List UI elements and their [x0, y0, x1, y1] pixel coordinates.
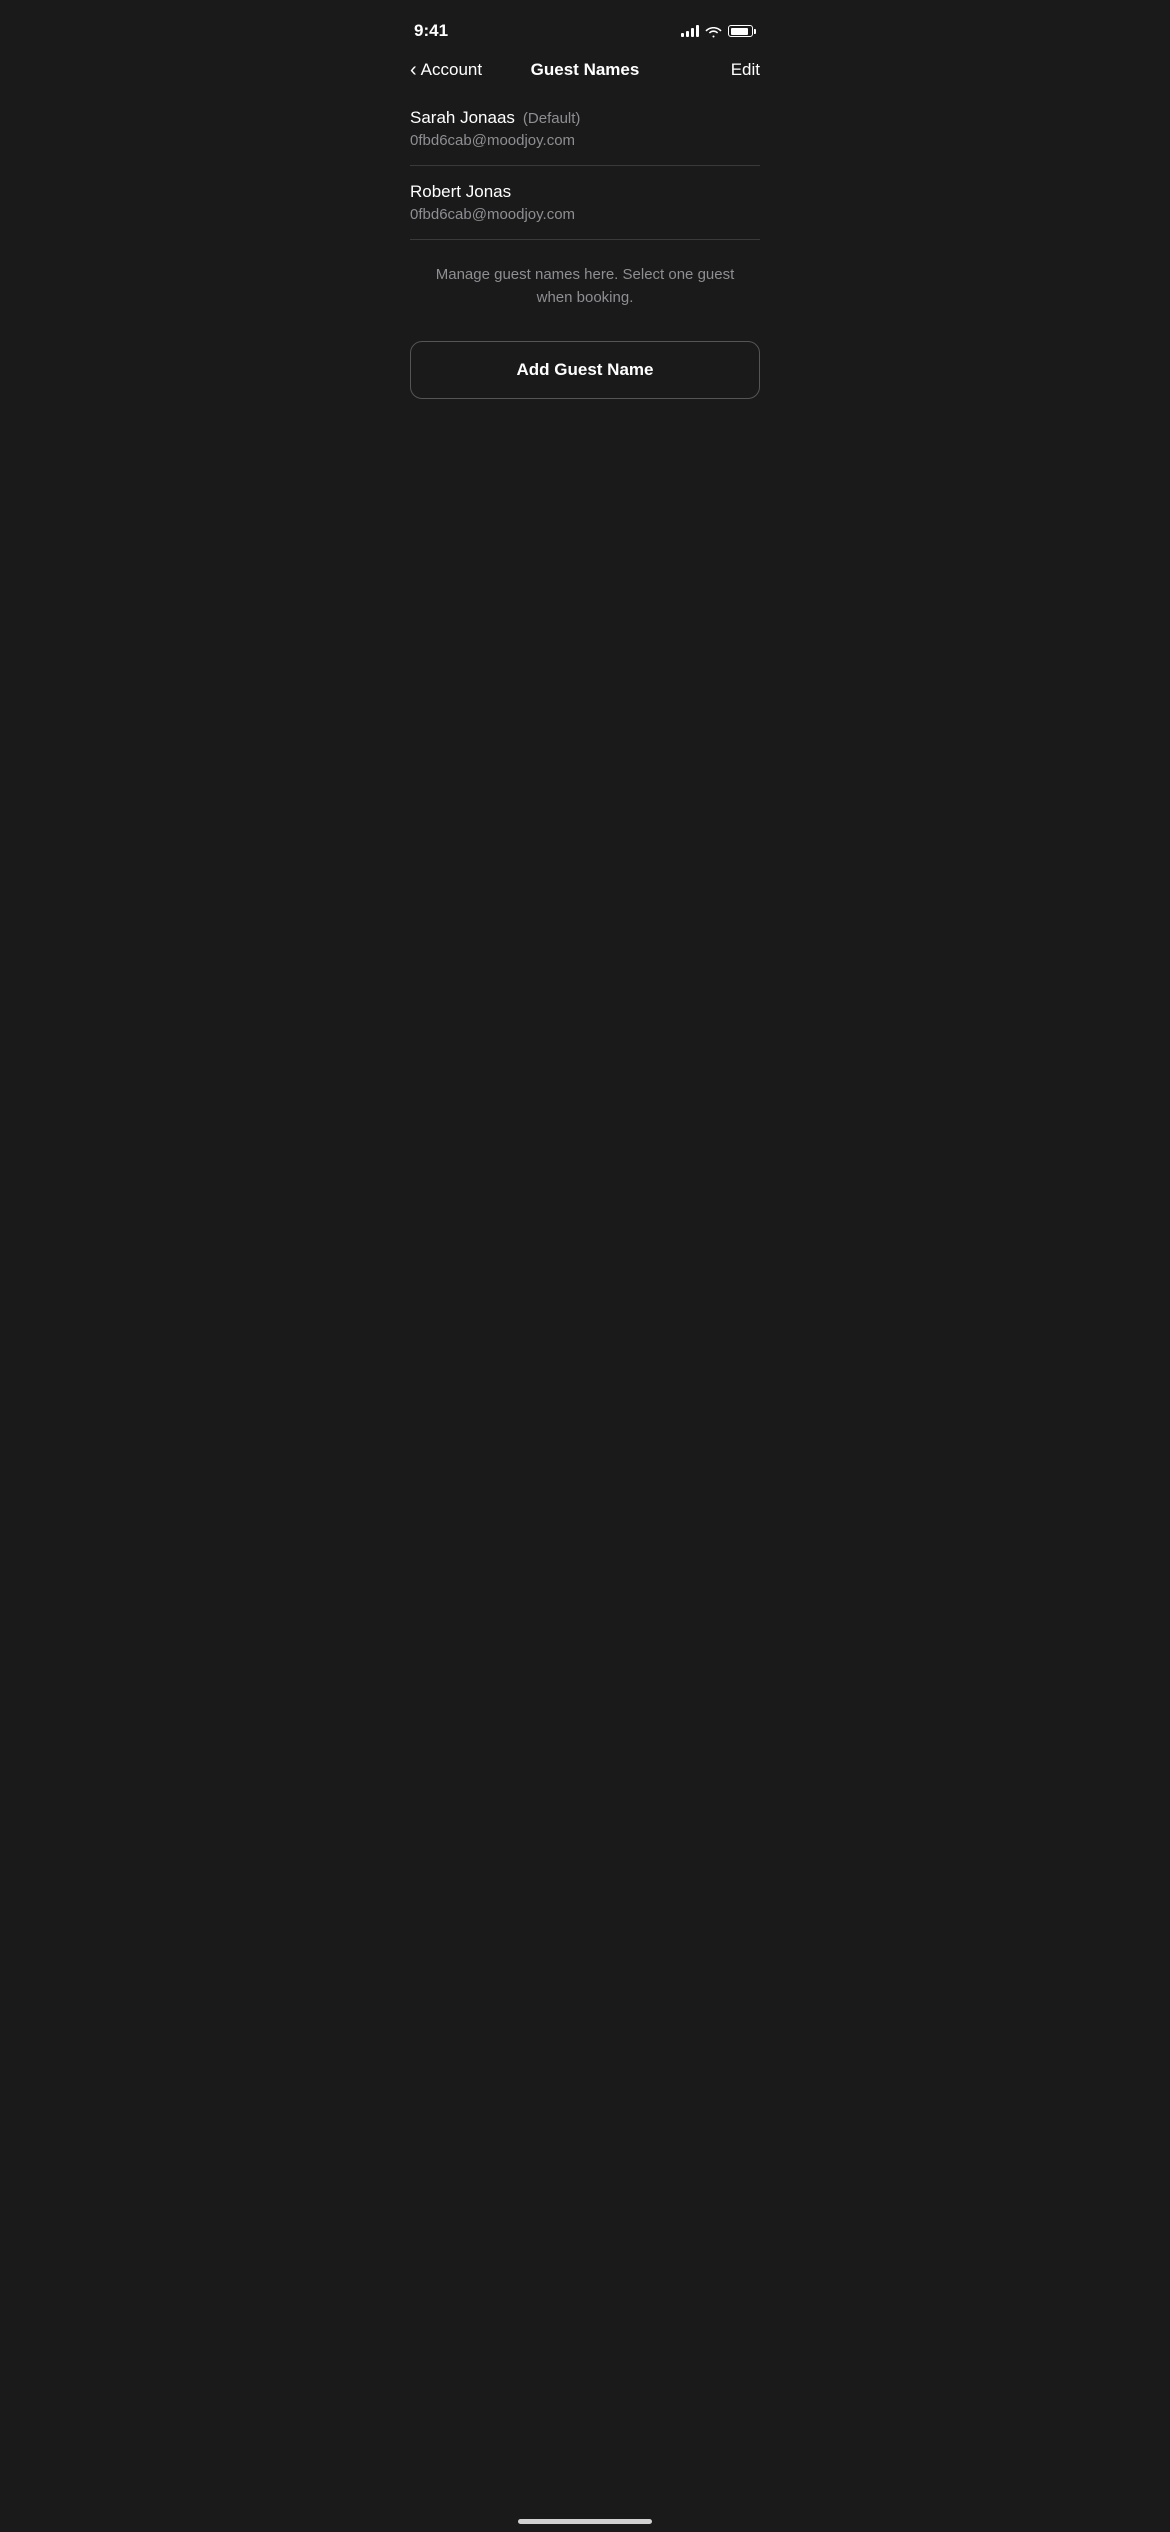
edit-button[interactable]: Edit — [720, 60, 760, 80]
battery-icon — [728, 25, 756, 37]
guest-default-badge: (Default) — [523, 110, 581, 127]
info-text: Manage guest names here. Select one gues… — [430, 264, 740, 309]
guest-name-row-robert: Robert Jonas — [410, 182, 760, 202]
guest-email-sarah: 0fbd6cab@moodjoy.com — [410, 132, 760, 149]
guest-name-sarah: Sarah Jonaas — [410, 108, 515, 128]
back-button[interactable]: ‹ Account — [410, 60, 490, 80]
info-section: Manage guest names here. Select one gues… — [390, 240, 780, 333]
back-chevron-icon: ‹ — [410, 60, 417, 80]
signal-icon — [681, 25, 699, 37]
wifi-icon — [705, 25, 722, 38]
back-label: Account — [421, 60, 482, 80]
status-time: 9:41 — [414, 21, 448, 41]
status-bar: 9:41 — [390, 0, 780, 48]
guest-name-robert: Robert Jonas — [410, 182, 511, 202]
guest-name-row-sarah: Sarah Jonaas (Default) — [410, 108, 760, 128]
guest-item-robert: Robert Jonas 0fbd6cab@moodjoy.com — [390, 166, 780, 239]
add-button-section: Add Guest Name — [390, 333, 780, 423]
add-guest-button[interactable]: Add Guest Name — [410, 341, 760, 399]
guest-email-robert: 0fbd6cab@moodjoy.com — [410, 206, 760, 223]
home-indicator — [518, 2519, 652, 2524]
guest-item-sarah: Sarah Jonaas (Default) 0fbd6cab@moodjoy.… — [390, 92, 780, 165]
status-icons — [681, 25, 756, 38]
page-title: Guest Names — [531, 60, 640, 80]
guest-list: Sarah Jonaas (Default) 0fbd6cab@moodjoy.… — [390, 92, 780, 240]
nav-bar: ‹ Account Guest Names Edit — [390, 48, 780, 92]
